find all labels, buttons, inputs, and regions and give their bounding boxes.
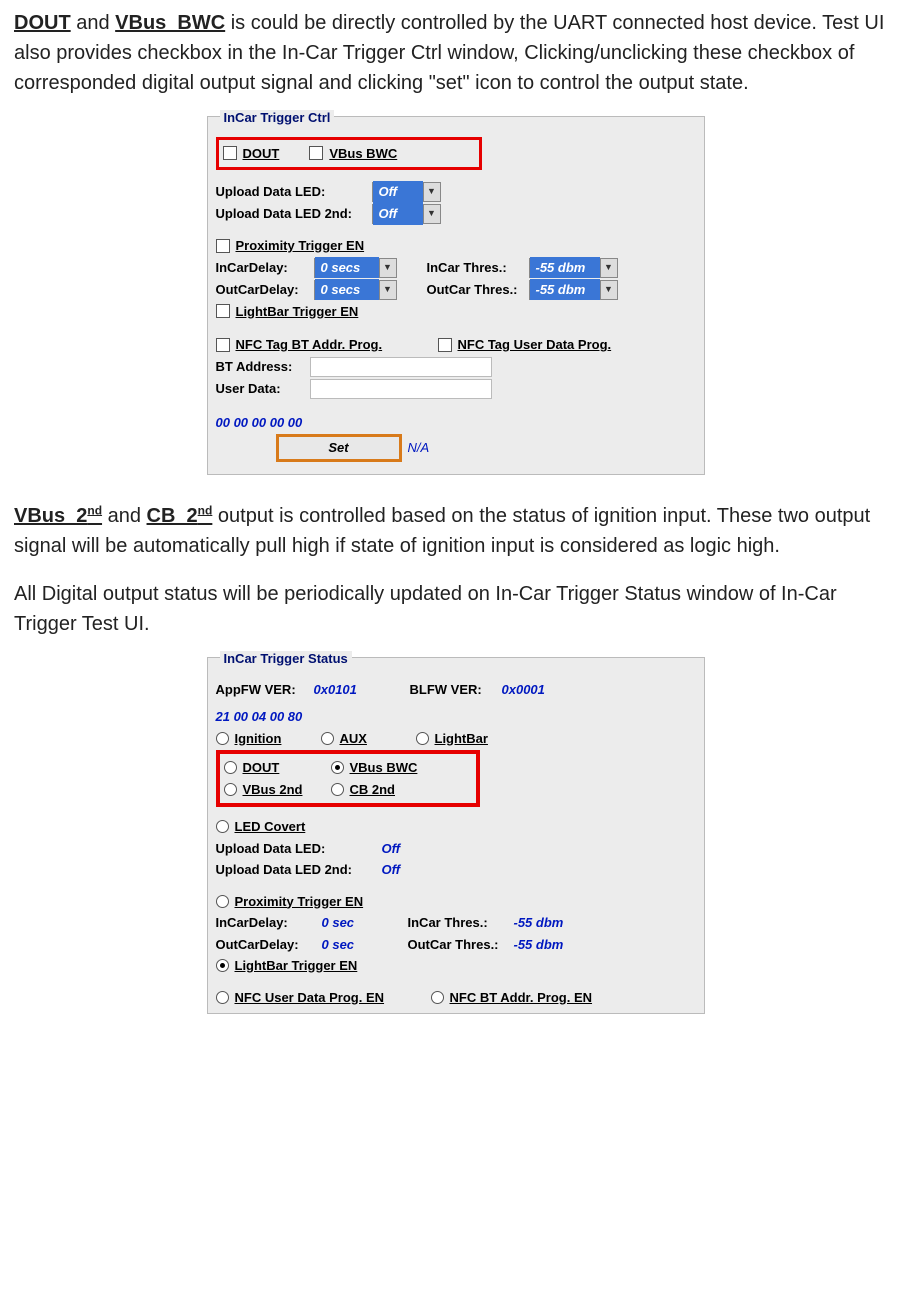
proximity-en-checkbox[interactable] bbox=[216, 239, 230, 253]
nfc-bt-prog-en-label: NFC BT Addr. Prog. EN bbox=[450, 988, 593, 1008]
cb-2nd-status-radio bbox=[331, 783, 344, 796]
paragraph-2: VBus_2nd and CB_2nd output is controlled… bbox=[14, 501, 897, 561]
incar-delay-select[interactable]: 0 secs ▼ bbox=[314, 258, 397, 278]
appfw-label: AppFW VER: bbox=[216, 680, 308, 700]
nfc-user-prog-label: NFC Tag User Data Prog. bbox=[458, 335, 612, 355]
upload-led-2nd-label: Upload Data LED 2nd: bbox=[216, 204, 366, 224]
vbus-bwc-status-radio bbox=[331, 761, 344, 774]
status-panel-wrap: InCar Trigger Status AppFW VER: 0x0101 B… bbox=[14, 657, 897, 1014]
aux-radio bbox=[321, 732, 334, 745]
nfc-user-prog-en-radio bbox=[216, 991, 229, 1004]
proximity-en-label: Proximity Trigger EN bbox=[236, 236, 365, 256]
dout-status-radio bbox=[224, 761, 237, 774]
vbus-bwc-checkbox[interactable] bbox=[309, 146, 323, 160]
outcar-delay-label: OutCarDelay: bbox=[216, 280, 308, 300]
dropdown-icon[interactable]: ▼ bbox=[379, 281, 396, 299]
set-status: N/A bbox=[408, 438, 430, 458]
blfw-value: 0x0001 bbox=[502, 680, 545, 700]
dropdown-icon[interactable]: ▼ bbox=[423, 183, 440, 201]
status-legend: InCar Trigger Status bbox=[220, 651, 352, 666]
lightbar-en-status-label: LightBar Trigger EN bbox=[235, 956, 358, 976]
term-dout: DOUT bbox=[14, 12, 71, 34]
term-vbus-bwc: VBus_BWC bbox=[115, 12, 225, 34]
set-button[interactable]: Set bbox=[276, 434, 402, 462]
nfc-bt-prog-en-radio bbox=[431, 991, 444, 1004]
dout-checkbox[interactable] bbox=[223, 146, 237, 160]
paragraph-3: All Digital output status will be period… bbox=[14, 579, 897, 639]
upload-led-2nd-select[interactable]: Off ▼ bbox=[372, 204, 441, 224]
led-covert-label: LED Covert bbox=[235, 817, 306, 837]
vbus-2nd-status-radio bbox=[224, 783, 237, 796]
lightbar-en-status-radio bbox=[216, 959, 229, 972]
dropdown-icon[interactable]: ▼ bbox=[379, 259, 396, 277]
status-upload-led-label: Upload Data LED: bbox=[216, 839, 376, 859]
incar-thres-label: InCar Thres.: bbox=[427, 258, 523, 278]
ctrl-legend: InCar Trigger Ctrl bbox=[220, 110, 335, 125]
status-incar-thres-value: -55 dbm bbox=[514, 913, 564, 933]
incar-trigger-ctrl-panel: InCar Trigger Ctrl DOUT VBus BWC Upload … bbox=[207, 116, 705, 475]
dropdown-icon[interactable]: ▼ bbox=[600, 259, 617, 277]
nfc-user-prog-en-label: NFC User Data Prog. EN bbox=[235, 988, 425, 1008]
ignition-radio bbox=[216, 732, 229, 745]
prox-en-status-radio bbox=[216, 895, 229, 908]
status-upload-led-2nd-value: Off bbox=[382, 860, 401, 880]
lightbar-en-checkbox[interactable] bbox=[216, 304, 230, 318]
bt-address-label: BT Address: bbox=[216, 357, 304, 377]
cb-2nd-status-label: CB 2nd bbox=[350, 780, 396, 800]
outcar-thres-label: OutCar Thres.: bbox=[427, 280, 523, 300]
dout-label: DOUT bbox=[243, 144, 280, 164]
ignition-label: Ignition bbox=[235, 729, 315, 749]
status-outcar-delay-label: OutCarDelay: bbox=[216, 935, 316, 955]
status-outcar-delay-value: 0 sec bbox=[322, 935, 402, 955]
status-outcar-thres-label: OutCar Thres.: bbox=[408, 935, 508, 955]
vbus-bwc-status-label: VBus BWC bbox=[350, 758, 418, 778]
status-incar-thres-label: InCar Thres.: bbox=[408, 913, 508, 933]
led-covert-radio bbox=[216, 820, 229, 833]
lightbar-en-label: LightBar Trigger EN bbox=[236, 302, 359, 322]
status-upload-led-2nd-label: Upload Data LED 2nd: bbox=[216, 860, 376, 880]
paragraph-1: DOUT and VBus_BWC is could be directly c… bbox=[14, 8, 897, 98]
nfc-bt-prog-label: NFC Tag BT Addr. Prog. bbox=[236, 335, 406, 355]
status-hex-readout: 21 00 04 00 80 bbox=[216, 707, 696, 727]
term-vbus-2nd: VBus_2nd bbox=[14, 505, 102, 527]
status-upload-led-value: Off bbox=[382, 839, 401, 859]
dropdown-icon[interactable]: ▼ bbox=[423, 205, 440, 223]
prox-en-status-label: Proximity Trigger EN bbox=[235, 892, 364, 912]
dout-vbus-highlight: DOUT VBus BWC bbox=[216, 137, 482, 171]
ctrl-hex-readout: 00 00 00 00 00 bbox=[216, 413, 696, 433]
lightbar-radio bbox=[416, 732, 429, 745]
dout-status-label: DOUT bbox=[243, 758, 325, 778]
blfw-label: BLFW VER: bbox=[410, 680, 496, 700]
dout-vbus-status-highlight: DOUT VBus BWC VBus 2nd CB 2nd bbox=[216, 750, 480, 807]
nfc-user-prog-checkbox[interactable] bbox=[438, 338, 452, 352]
user-data-label: User Data: bbox=[216, 379, 304, 399]
aux-label: AUX bbox=[340, 729, 410, 749]
dropdown-icon[interactable]: ▼ bbox=[600, 281, 617, 299]
status-outcar-thres-value: -55 dbm bbox=[514, 935, 564, 955]
nfc-bt-prog-checkbox[interactable] bbox=[216, 338, 230, 352]
upload-led-select[interactable]: Off ▼ bbox=[372, 182, 441, 202]
outcar-delay-select[interactable]: 0 secs ▼ bbox=[314, 280, 397, 300]
vbus-bwc-label: VBus BWC bbox=[329, 144, 397, 164]
incar-delay-label: InCarDelay: bbox=[216, 258, 308, 278]
status-incar-delay-label: InCarDelay: bbox=[216, 913, 316, 933]
ctrl-panel-wrap: InCar Trigger Ctrl DOUT VBus BWC Upload … bbox=[14, 116, 897, 475]
lightbar-label: LightBar bbox=[435, 729, 488, 749]
bt-address-input[interactable] bbox=[310, 357, 492, 377]
term-cb-2nd: CB_2nd bbox=[147, 505, 213, 527]
incar-thres-select[interactable]: -55 dbm ▼ bbox=[529, 258, 618, 278]
user-data-input[interactable] bbox=[310, 379, 492, 399]
vbus-2nd-status-label: VBus 2nd bbox=[243, 780, 325, 800]
appfw-value: 0x0101 bbox=[314, 680, 404, 700]
status-incar-delay-value: 0 sec bbox=[322, 913, 402, 933]
incar-trigger-status-panel: InCar Trigger Status AppFW VER: 0x0101 B… bbox=[207, 657, 705, 1014]
upload-led-label: Upload Data LED: bbox=[216, 182, 366, 202]
outcar-thres-select[interactable]: -55 dbm ▼ bbox=[529, 280, 618, 300]
